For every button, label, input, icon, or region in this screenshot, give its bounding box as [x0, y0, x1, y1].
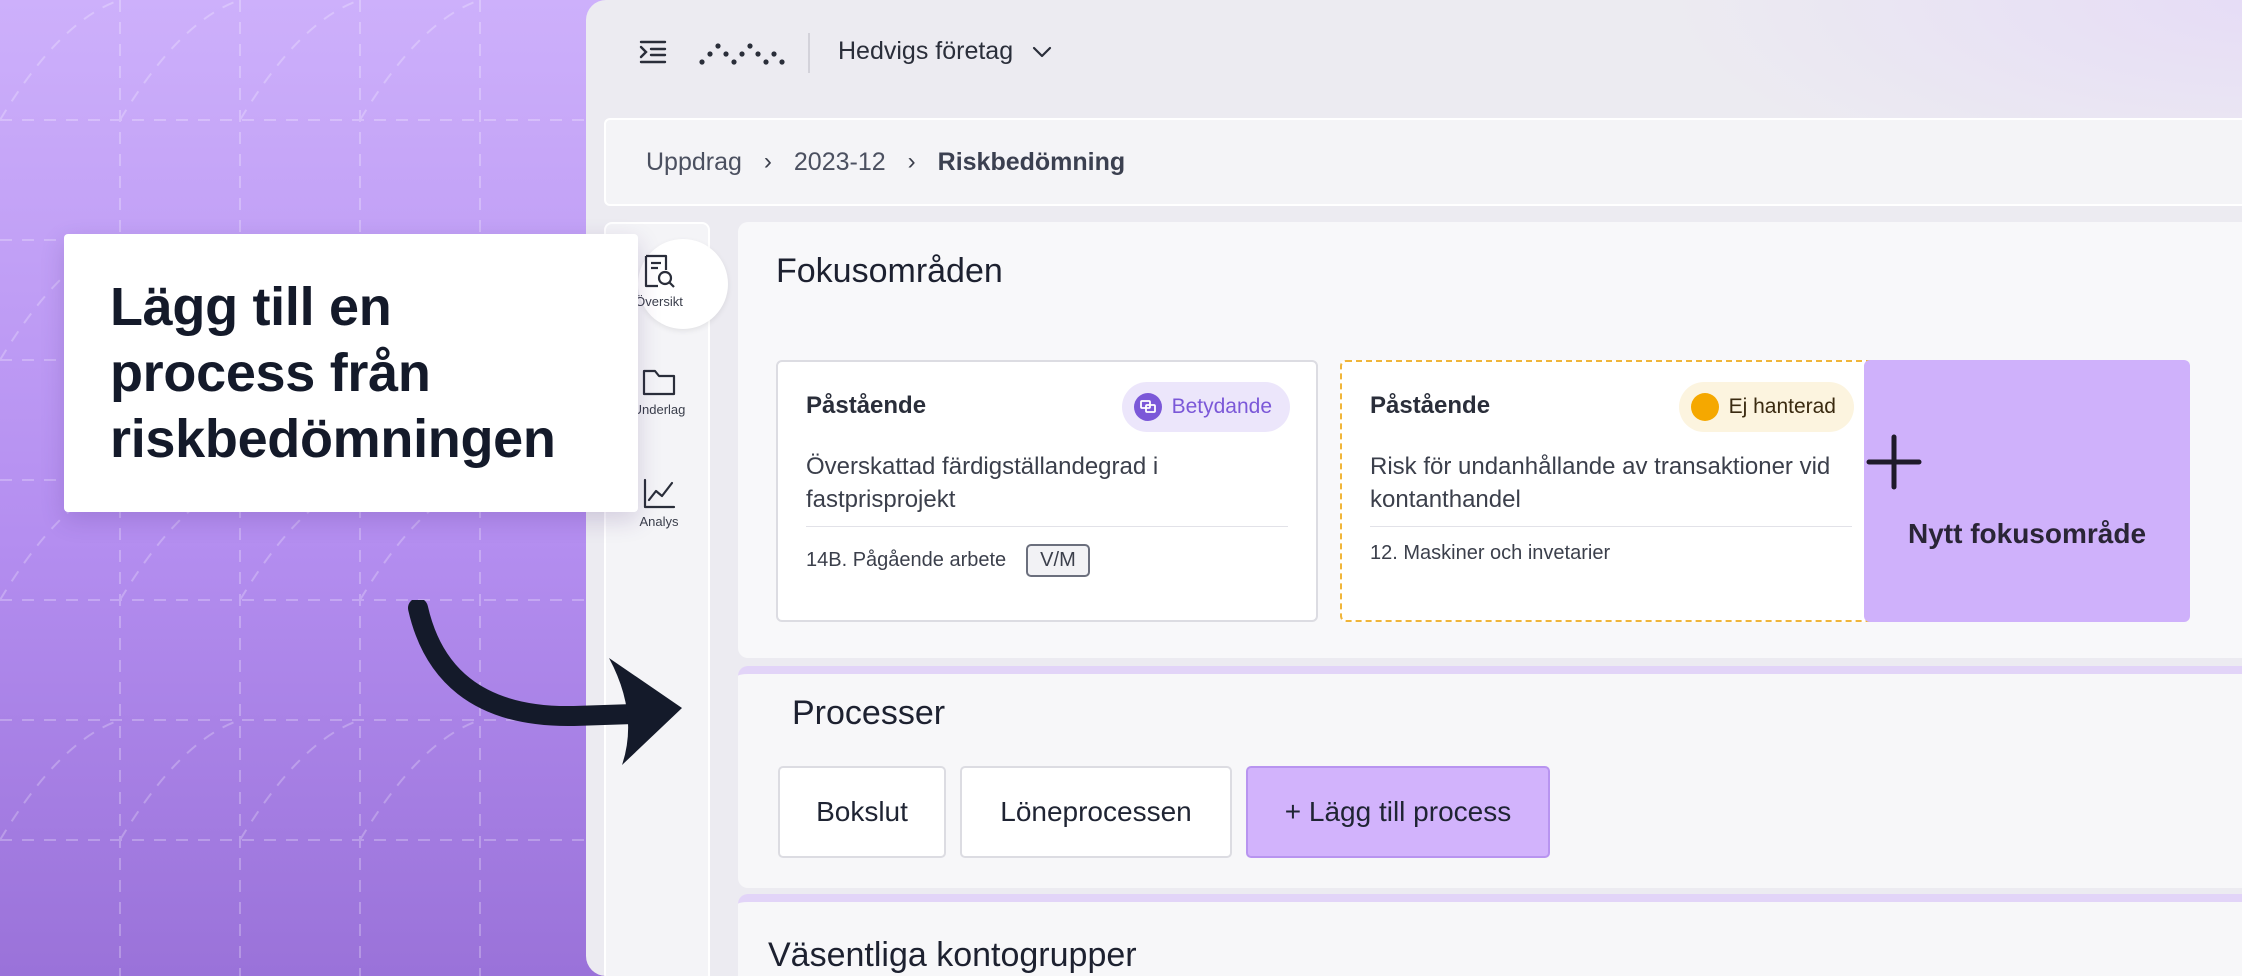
pointer-arrow-icon	[408, 600, 682, 765]
rail-item-label: Översikt	[635, 294, 683, 309]
company-name: Hedvigs företag	[838, 37, 1014, 65]
significant-icon	[1133, 393, 1162, 421]
company-selector[interactable]: Hedvigs företag	[838, 37, 1053, 66]
processes-title: Processer	[792, 694, 946, 732]
status-badge: Betydande	[1121, 382, 1290, 432]
chevron-right-icon: ›	[907, 148, 916, 175]
badge-label: Betydande	[1171, 395, 1272, 418]
status-dot-icon	[1690, 393, 1719, 421]
new-focus-button[interactable]: Nytt fokusområde	[1864, 360, 2190, 622]
account-label: 12. Maskiner och invetarier	[1370, 542, 1611, 564]
rail-item-label: Analys	[639, 514, 679, 529]
callout-card: Lägg till en process från riskbedömninge…	[64, 234, 638, 512]
sidebar-toggle-icon[interactable]	[638, 37, 668, 67]
overview-icon	[644, 254, 675, 288]
focus-card[interactable]: Påstående Ej hanterad Risk för undanhåll…	[1340, 360, 1882, 622]
account-groups-title: Väsentliga kontogrupper	[768, 936, 1137, 974]
callout-text: Lägg till en process från riskbedömninge…	[110, 277, 556, 469]
folder-icon	[642, 369, 676, 396]
breadcrumb-item-uppdrag[interactable]: Uppdrag	[646, 148, 742, 177]
assertion-tag: V/M	[1026, 544, 1090, 577]
chart-icon	[643, 478, 676, 509]
account-label: 14B. Pågående arbete	[806, 549, 1007, 571]
focus-card-description: Risk för undanhållande av transaktioner …	[1370, 453, 1831, 513]
process-item-loneprocessen[interactable]: Löneprocessen	[960, 766, 1232, 858]
add-process-button[interactable]: + Lägg till process	[1246, 766, 1550, 858]
focus-section: Fokusområden Påstående Betydande Överska…	[738, 222, 2242, 658]
divider	[1370, 526, 1852, 527]
topbar-divider	[808, 33, 810, 73]
breadcrumb-item-period[interactable]: 2023-12	[794, 148, 886, 177]
focus-title: Fokusområden	[776, 252, 1003, 290]
divider	[806, 526, 1288, 527]
focus-card[interactable]: Påstående Betydande Överskattad färdigst…	[776, 360, 1318, 622]
status-badge: Ej hanterad	[1678, 382, 1854, 432]
plus-icon	[1866, 434, 1922, 490]
account-groups-section: Väsentliga kontogrupper	[738, 894, 2242, 976]
chevron-down-icon	[1033, 46, 1052, 57]
breadcrumb-item-current: Riskbedömning	[937, 147, 1126, 176]
chevron-right-icon: ›	[763, 148, 772, 175]
top-bar: Hedvigs företag	[586, 0, 2242, 110]
new-focus-label: Nytt fokusområde	[1907, 518, 2147, 549]
focus-card-description: Överskattad färdigställandegrad i fastpr…	[806, 453, 1159, 513]
app-window: Hedvigs företag Uppdrag › 2023-12 › Risk…	[586, 0, 2242, 976]
focus-card-title: Påstående	[806, 392, 927, 419]
focus-card-title: Påstående	[1370, 392, 1491, 419]
logo-icon[interactable]	[698, 38, 786, 68]
rail-item-label: Underlag	[632, 402, 686, 417]
breadcrumb: Uppdrag › 2023-12 › Riskbedömning	[604, 118, 2242, 206]
processes-section: Processer Bokslut Löneprocessen + Lägg t…	[738, 666, 2242, 888]
process-item-bokslut[interactable]: Bokslut	[778, 766, 946, 858]
badge-label: Ej hanterad	[1728, 395, 1836, 418]
